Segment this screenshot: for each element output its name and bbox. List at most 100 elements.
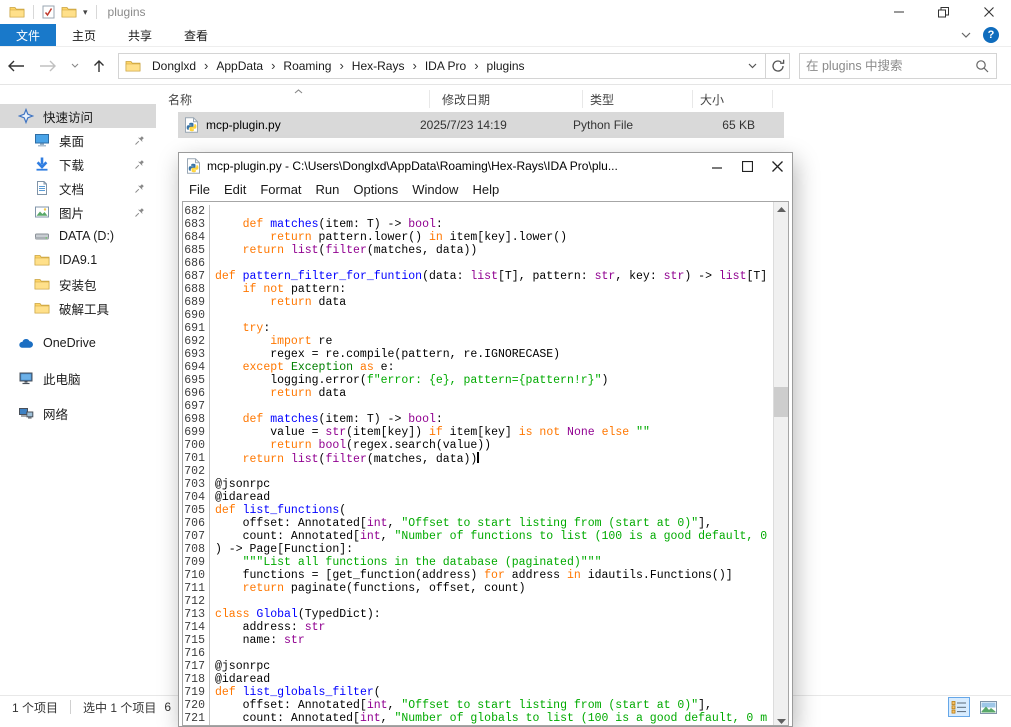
restore-button[interactable] xyxy=(921,0,966,24)
code-text: offset: Annotated[int, "Offset to start … xyxy=(215,699,773,712)
sidebar-item-data-drive[interactable]: DATA (D:) xyxy=(0,224,156,248)
line-number: 683 xyxy=(183,218,210,231)
code-area[interactable]: 682683 def matches(item: T) -> bool:684 … xyxy=(183,202,773,725)
details-view-button[interactable] xyxy=(948,697,970,717)
python-file-icon xyxy=(186,158,201,174)
breadcrumb-item-hex-rays[interactable]: Hex-Rays xyxy=(345,54,412,78)
line-number: 697 xyxy=(183,400,210,413)
sidebar-item-label: 图片 xyxy=(59,203,84,222)
sidebar-item-quick-access[interactable]: 快速访问 xyxy=(0,104,156,128)
column-header-3[interactable]: 大小 xyxy=(693,90,773,108)
minimize-button[interactable] xyxy=(876,0,921,24)
code-text: address: str xyxy=(215,621,773,634)
menu-options[interactable]: Options xyxy=(346,182,405,197)
menu-help[interactable]: Help xyxy=(465,182,506,197)
sidebar-item-install-packages[interactable]: 安装包 xyxy=(0,272,156,296)
line-number: 705 xyxy=(183,504,210,517)
help-icon[interactable]: ? xyxy=(983,27,999,43)
sidebar-item-documents[interactable]: 文档 xyxy=(0,176,156,200)
code-text: def list_functions( xyxy=(215,504,773,517)
code-text xyxy=(215,257,773,270)
customize-quick-access-icon[interactable]: ▾ xyxy=(80,7,91,18)
address-dropdown-chevron-icon[interactable] xyxy=(740,63,765,69)
search-icon[interactable] xyxy=(973,59,996,73)
sidebar-item-desktop[interactable]: 桌面 xyxy=(0,128,156,152)
close-button[interactable] xyxy=(966,0,1011,24)
minimize-button[interactable] xyxy=(702,153,732,179)
scroll-down-icon[interactable] xyxy=(774,714,789,726)
sidebar-item-pictures[interactable]: 图片 xyxy=(0,200,156,224)
ribbon-tab-file[interactable]: 文件 xyxy=(0,24,56,46)
sort-ascending-icon[interactable] xyxy=(294,83,303,97)
sidebar-item-downloads[interactable]: 下载 xyxy=(0,152,156,176)
editor-titlebar[interactable]: mcp-plugin.py - C:\Users\Donglxd\AppData… xyxy=(179,153,792,179)
code-text: count: Annotated[int, "Number of functio… xyxy=(215,530,773,543)
maximize-button[interactable] xyxy=(732,153,762,179)
scrollbar-thumb[interactable] xyxy=(774,387,789,417)
sidebar-item-crack-tools[interactable]: 破解工具 xyxy=(0,296,156,320)
code-text xyxy=(215,309,773,322)
code-text: import re xyxy=(215,335,773,348)
scroll-up-icon[interactable] xyxy=(774,202,789,217)
sidebar-item-network[interactable]: 网络 xyxy=(0,401,156,425)
editor-text-area[interactable]: 682683 def matches(item: T) -> bool:684 … xyxy=(182,201,789,726)
sidebar-item-ida91[interactable]: IDA9.1 xyxy=(0,248,156,272)
code-line: 711 return paginate(functions, offset, c… xyxy=(183,582,773,595)
code-line: 705 def list_functions( xyxy=(183,504,773,517)
divider xyxy=(70,700,71,714)
line-number: 721 xyxy=(183,712,210,725)
menu-run[interactable]: Run xyxy=(309,182,347,197)
code-line: 709 """List all functions in the databas… xyxy=(183,556,773,569)
code-line: 712 xyxy=(183,595,773,608)
code-line: 721 count: Annotated[int, "Number of glo… xyxy=(183,712,773,725)
code-line: 714 address: str xyxy=(183,621,773,634)
address-bar[interactable]: Donglxd›AppData›Roaming›Hex-Rays›IDA Pro… xyxy=(118,53,766,79)
refresh-button[interactable] xyxy=(766,53,790,79)
breadcrumb-item-appdata[interactable]: AppData xyxy=(209,54,270,78)
breadcrumb-item-plugins[interactable]: plugins xyxy=(480,54,532,78)
breadcrumb-item-donglxd[interactable]: Donglxd xyxy=(145,54,203,78)
breadcrumb-item-roaming[interactable]: Roaming xyxy=(276,54,338,78)
new-folder-icon[interactable] xyxy=(58,4,80,20)
breadcrumb-item-ida-pro[interactable]: IDA Pro xyxy=(418,54,473,78)
code-line: 700 return bool(regex.search(value)) xyxy=(183,439,773,452)
back-button[interactable] xyxy=(0,60,32,72)
code-text: def pattern_filter_for_funtion(data: lis… xyxy=(215,270,773,283)
recent-locations-chevron-icon[interactable] xyxy=(64,63,86,68)
column-header-1[interactable]: 修改日期 xyxy=(430,90,583,108)
forward-button[interactable] xyxy=(32,60,64,72)
thumbnail-view-button[interactable] xyxy=(977,697,999,717)
ribbon-tab-share[interactable]: 共享 xyxy=(112,24,168,46)
column-header-2[interactable]: 类型 xyxy=(583,90,693,108)
line-number: 695 xyxy=(183,374,210,387)
sidebar-item-onedrive[interactable]: OneDrive xyxy=(0,331,156,355)
menu-format[interactable]: Format xyxy=(253,182,308,197)
selection-count: 选中 1 个项目 xyxy=(83,699,156,716)
menu-file[interactable]: File xyxy=(182,182,217,197)
menu-window[interactable]: Window xyxy=(405,182,465,197)
sidebar-item-label: OneDrive xyxy=(43,336,96,350)
expand-ribbon-chevron-icon[interactable] xyxy=(961,32,971,38)
line-number: 718 xyxy=(183,673,210,686)
code-line: 689 return data xyxy=(183,296,773,309)
menu-edit[interactable]: Edit xyxy=(217,182,253,197)
code-line: 686 xyxy=(183,257,773,270)
column-header-0[interactable]: 名称 xyxy=(156,90,430,108)
drive-icon xyxy=(34,228,50,244)
line-number: 708 xyxy=(183,543,210,556)
search-input[interactable] xyxy=(800,59,973,73)
ribbon-tab-view[interactable]: 查看 xyxy=(168,24,224,46)
ribbon-tab-home[interactable]: 主页 xyxy=(56,24,112,46)
code-line: 713class Global(TypedDict): xyxy=(183,608,773,621)
code-line: 716 xyxy=(183,647,773,660)
close-button[interactable] xyxy=(762,153,792,179)
line-number: 706 xyxy=(183,517,210,530)
code-line: 699 value = str(item[key]) if item[key] … xyxy=(183,426,773,439)
file-row[interactable]: mcp-plugin.py2025/7/23 14:19Python File6… xyxy=(178,112,784,138)
text-cursor xyxy=(477,452,479,463)
up-button[interactable] xyxy=(86,59,112,73)
properties-check-icon[interactable] xyxy=(39,5,58,19)
sidebar-item-label: 文档 xyxy=(59,179,84,198)
sidebar-item-this-pc[interactable]: 此电脑 xyxy=(0,366,156,390)
vertical-scrollbar[interactable] xyxy=(773,202,788,725)
